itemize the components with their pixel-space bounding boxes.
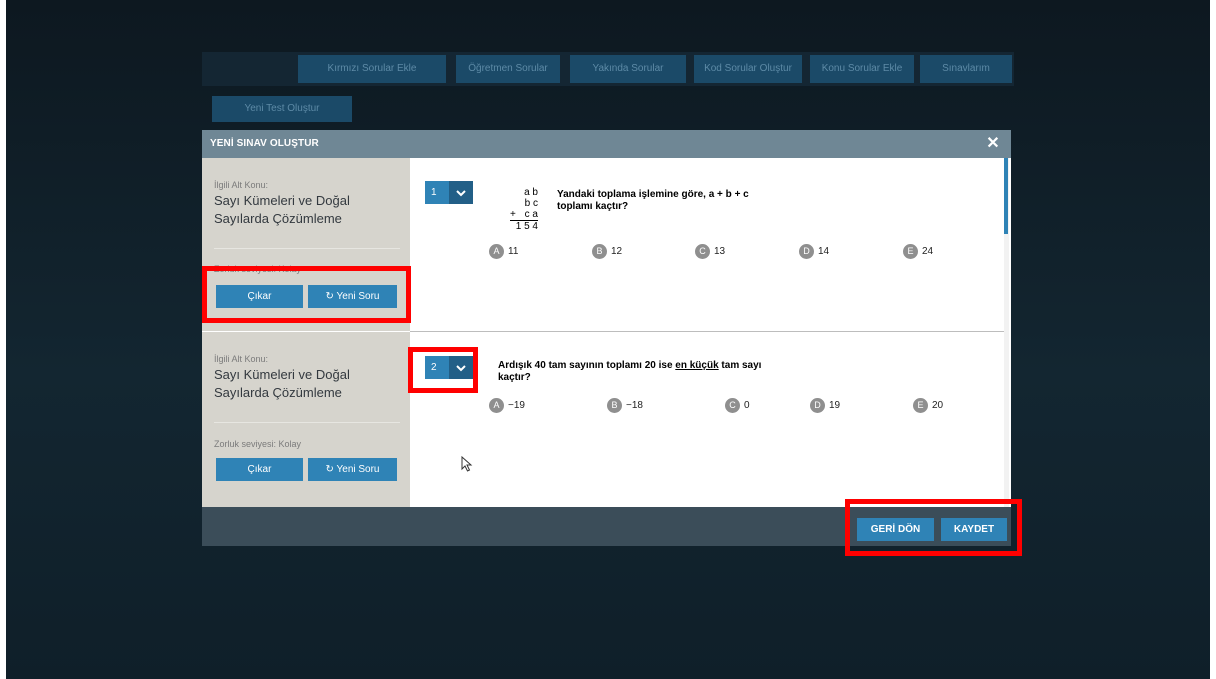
option-value: 11 — [508, 246, 519, 257]
background-tab: Yakında Sorular — [570, 55, 686, 83]
option-letter: C — [695, 244, 710, 259]
divider — [214, 248, 400, 249]
option-letter: B — [592, 244, 607, 259]
question-number: 2 — [431, 362, 437, 373]
background-new-test-button: Yeni Test Oluştur — [212, 96, 352, 122]
option-letter: C — [725, 398, 740, 413]
option-value: 14 — [818, 246, 830, 257]
divider — [214, 422, 400, 423]
answer-option[interactable]: C 13 — [695, 244, 725, 259]
addition-line: b c — [524, 198, 538, 209]
question-meta-panel: İlgili Alt Konu: Sayı Kümeleri ve Doğal … — [202, 332, 410, 507]
topic-label: İlgili Alt Konu: — [214, 180, 269, 190]
back-button[interactable]: GERİ DÖN — [857, 518, 934, 541]
answer-option[interactable]: E 24 — [903, 244, 933, 259]
option-letter: E — [903, 244, 918, 259]
new-question-label: Yeni Soru — [336, 464, 380, 475]
topic-name: Sayı Kümeleri ve Doğal Sayılarda Çözümle… — [214, 367, 350, 400]
answer-option[interactable]: D 14 — [799, 244, 829, 259]
refresh-icon: ↻ — [325, 291, 334, 302]
new-question-label: Yeni Soru — [336, 291, 380, 302]
option-value: 13 — [714, 246, 726, 257]
question-meta-panel: İlgili Alt Konu: Sayı Kümeleri ve Doğal … — [202, 158, 410, 331]
option-letter: A — [489, 244, 504, 259]
addition-operation: a b b c + c a 1 5 4 — [510, 187, 538, 232]
refresh-icon: ↻ — [325, 464, 334, 475]
chevron-down-icon — [449, 181, 473, 204]
option-letter: D — [799, 244, 814, 259]
option-value: 20 — [932, 400, 944, 411]
answer-option[interactable]: A 11 — [489, 244, 518, 259]
option-value: 12 — [611, 246, 623, 257]
option-letter: E — [913, 398, 928, 413]
background-tab: Öğretmen Sorular — [456, 55, 560, 83]
mouse-cursor-icon — [461, 456, 473, 472]
answer-option[interactable]: B −18 — [607, 398, 643, 413]
question-number: 1 — [431, 187, 437, 198]
new-question-button[interactable]: ↻ Yeni Soru — [308, 458, 397, 481]
question-text: Ardışık 40 tam sayının toplamı 20 ise en… — [498, 360, 768, 384]
new-exam-modal: YENİ SINAV OLUŞTUR ✕ İlgili Alt Konu: Sa… — [202, 130, 1011, 546]
option-value: 19 — [829, 400, 841, 411]
option-value: 24 — [922, 246, 934, 257]
answer-option[interactable]: E 20 — [913, 398, 943, 413]
difficulty-label: Zorluk seviyesi: Kolay — [214, 439, 302, 449]
option-letter: D — [810, 398, 825, 413]
option-letter: A — [489, 398, 504, 413]
addition-sum: 1 5 4 — [515, 221, 538, 232]
question-item: 1 a b b c + c a 1 5 4 Yandaki toplama iş… — [410, 158, 1007, 331]
new-question-button[interactable]: ↻ Yeni Soru — [308, 285, 397, 308]
option-value: −19 — [508, 400, 525, 411]
difficulty-label: Zorluk seviyesi: Kolay — [214, 264, 302, 274]
option-value: −18 — [626, 400, 643, 411]
background-tab: Kod Sorular Oluştur — [694, 55, 802, 83]
question-text-part: Ardışık 40 tam sayının toplamı 20 ise — [498, 360, 676, 371]
answer-option[interactable]: D 19 — [810, 398, 840, 413]
background-tab: Kırmızı Sorular Ekle — [298, 55, 446, 83]
chevron-down-icon — [449, 356, 473, 379]
question-number-select[interactable]: 2 — [425, 356, 473, 379]
modal-title: YENİ SINAV OLUŞTUR — [210, 138, 319, 149]
answer-option[interactable]: B 12 — [592, 244, 622, 259]
scrollbar-thumb[interactable] — [1004, 158, 1008, 234]
answer-option[interactable]: A −19 — [489, 398, 525, 413]
answer-option[interactable]: C0 — [725, 398, 750, 413]
modal-body: İlgili Alt Konu: Sayı Kümeleri ve Doğal … — [202, 158, 1011, 507]
question-text: Yandaki toplama işlemine göre, a + b + c… — [557, 189, 749, 212]
question-text-emphasis: en küçük — [675, 360, 719, 371]
remove-question-button[interactable]: Çıkar — [216, 285, 303, 308]
option-value: 0 — [744, 400, 750, 411]
topic-label: İlgili Alt Konu: — [214, 354, 269, 364]
background-tab: Konu Sorular Ekle — [810, 55, 914, 83]
plus-sign: + — [510, 209, 516, 220]
question-item: 2 Ardışık 40 tam sayının toplamı 20 ise … — [410, 332, 1007, 507]
background-tab: Sınavlarım — [920, 55, 1012, 83]
save-button[interactable]: KAYDET — [941, 518, 1007, 541]
topic-name: Sayı Kümeleri ve Doğal Sayılarda Çözümle… — [214, 193, 350, 226]
close-icon[interactable]: ✕ — [983, 134, 1003, 154]
remove-question-button[interactable]: Çıkar — [216, 458, 303, 481]
question-number-select[interactable]: 1 — [425, 181, 473, 204]
addition-line: a b — [524, 187, 538, 198]
addition-line: c a — [524, 209, 538, 220]
option-letter: B — [607, 398, 622, 413]
modal-header: YENİ SINAV OLUŞTUR ✕ — [202, 130, 1011, 158]
